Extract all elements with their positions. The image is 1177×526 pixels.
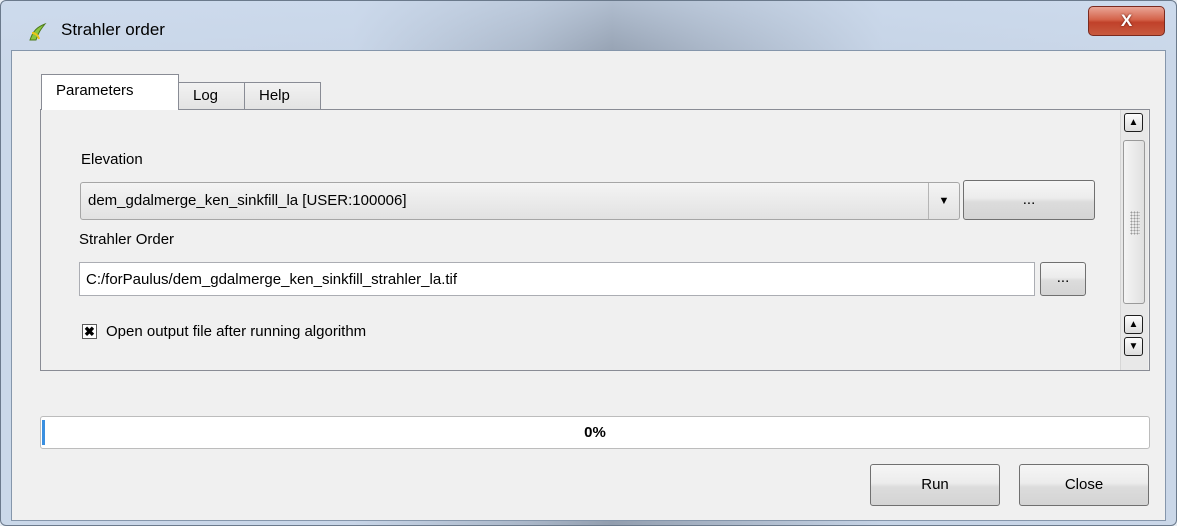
window-title: Strahler order [61,20,165,39]
strahler-browse-button[interactable]: ... [1040,262,1086,296]
tab-log[interactable]: Log [178,82,245,109]
run-button[interactable]: Run [870,464,1000,506]
dropdown-arrow-icon[interactable]: ▼ [928,183,959,219]
tab-parameters[interactable]: Parameters [41,74,179,110]
qgis-logo-icon [29,22,47,41]
elevation-select-value: dem_gdalmerge_ken_sinkfill_la [USER:1000… [88,192,407,209]
elevation-label: Elevation [81,151,143,168]
close-button[interactable]: Close [1019,464,1149,506]
tab-help[interactable]: Help [244,82,321,109]
parameters-panel: Elevation dem_gdalmerge_ken_sinkfill_la … [40,109,1150,371]
vertical-scrollbar[interactable]: ▲ ▲ ▼ [1120,110,1148,370]
dialog-body: Parameters Log Help Elevation dem_gdalme… [11,50,1166,521]
window-close-button[interactable]: X [1088,6,1165,36]
elevation-select[interactable]: dem_gdalmerge_ken_sinkfill_la [USER:1000… [80,182,960,220]
elevation-browse-button[interactable]: ... [963,180,1095,220]
scroll-down-arrow-icon[interactable]: ▼ [1124,337,1143,356]
strahler-order-label: Strahler Order [79,231,175,248]
grip-icon [1130,211,1140,235]
scrollbar-thumb[interactable] [1123,140,1145,304]
strahler-output-input[interactable] [80,263,1034,295]
dialog-window: Strahler order X Parameters Log Help Ele… [0,0,1177,526]
scroll-up-small-arrow-icon[interactable]: ▲ [1124,315,1143,334]
scroll-up-arrow-icon[interactable]: ▲ [1124,113,1143,132]
progress-bar: 0% [40,416,1150,449]
open-output-label: Open output file after running algorithm [106,323,367,340]
strahler-output-field[interactable] [79,262,1035,296]
progress-text: 0% [584,424,606,441]
open-output-checkbox[interactable]: ✖ [82,324,97,339]
